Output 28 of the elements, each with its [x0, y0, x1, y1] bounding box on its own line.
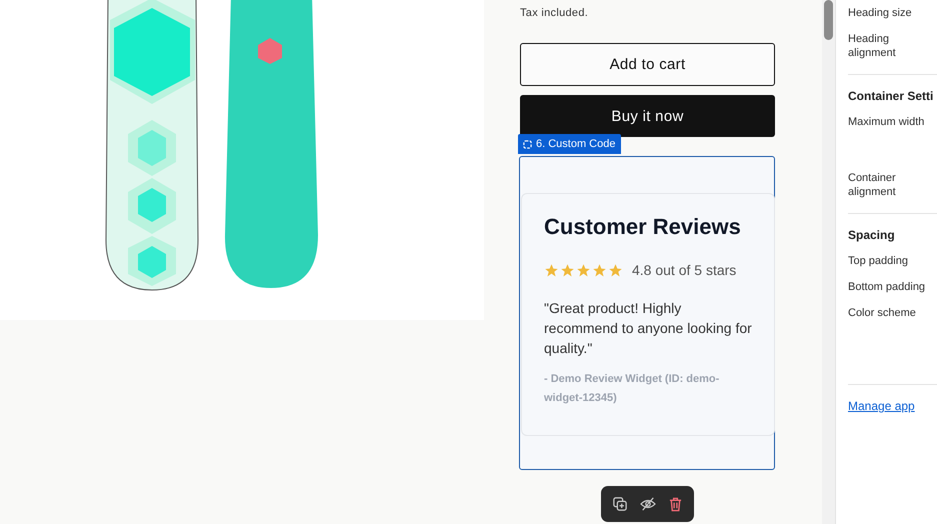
section-heading: Container Setti: [848, 74, 937, 109]
section-tag[interactable]: 6. Custom Code: [518, 134, 622, 154]
scrollbar-thumb[interactable]: [824, 0, 833, 40]
selection-frame-icon: [523, 140, 532, 148]
star-icon: [576, 262, 591, 278]
setting-label: Bottom padding: [848, 280, 926, 295]
manage-app-link[interactable]: Manage app: [848, 384, 937, 413]
setting-label: Heading size: [848, 6, 913, 21]
rating-text: 4.8 out of 5 stars: [632, 262, 736, 278]
star-icon: [544, 262, 559, 278]
review-source: - Demo Review Widget (ID: demo-widget-12345): [544, 372, 720, 406]
delete-icon[interactable]: [669, 496, 682, 512]
review-quote: "Great product! Highly recommend to anyone looking for quality.": [544, 299, 752, 358]
buy-now-button[interactable]: Buy it now: [520, 95, 775, 137]
setting-label: Heading alignment: [848, 32, 897, 61]
setting-label: Container alignment: [848, 171, 897, 200]
star-icon: [560, 262, 575, 278]
setting-label: Maximum width: [848, 115, 926, 130]
setting-label: Color scheme: [848, 306, 917, 321]
tax-note: Tax included.: [520, 7, 590, 19]
star-icon: [608, 262, 623, 278]
section-heading: Spacing: [848, 213, 937, 248]
add-to-cart-button[interactable]: Add to cart: [520, 43, 775, 86]
star-icon: [592, 262, 607, 278]
reviews-title: Customer Reviews: [544, 214, 742, 240]
setting-label: Top padding: [848, 254, 909, 269]
duplicate-icon[interactable]: [613, 497, 627, 511]
hide-icon[interactable]: [640, 497, 656, 511]
